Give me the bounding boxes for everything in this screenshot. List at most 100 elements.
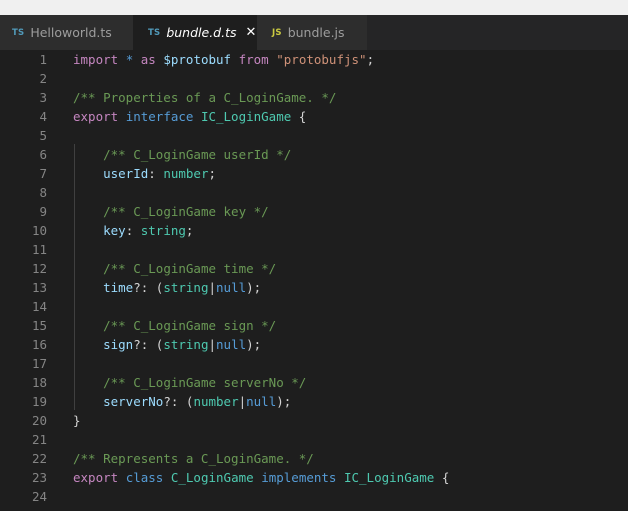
line-number: 16 xyxy=(31,337,47,352)
code-line[interactable]: 13 time?: (string|null); xyxy=(0,278,628,297)
code-line[interactable]: 2 xyxy=(0,69,628,88)
line-number: 4 xyxy=(39,109,47,124)
code-line[interactable]: 9 /** C_LoginGame key */ xyxy=(0,202,628,221)
line-number: 9 xyxy=(39,204,47,219)
code-line[interactable]: 22 /** Represents a C_LoginGame. */ xyxy=(0,449,628,468)
code-editor[interactable]: 1 import * as $protobuf from "protobufjs"… xyxy=(0,50,628,511)
code-line[interactable]: 18 /** C_LoginGame serverNo */ xyxy=(0,373,628,392)
code-token: /** C_LoginGame sign */ xyxy=(103,318,277,333)
code-line[interactable]: 12 /** C_LoginGame time */ xyxy=(0,259,628,278)
code-token: time xyxy=(103,280,134,295)
code-text: export class C_LoginGame implements IC_L… xyxy=(73,468,449,487)
tab-helloworld-ts[interactable]: TS Helloworld.ts xyxy=(0,15,133,50)
code-line[interactable]: 19 serverNo?: (number|null); xyxy=(0,392,628,411)
code-text: /** C_LoginGame time */ xyxy=(73,259,276,278)
window-top-strip xyxy=(0,0,628,15)
code-text: serverNo?: (number|null); xyxy=(73,392,291,411)
code-token: /** Properties of a C_LoginGame. */ xyxy=(73,90,337,105)
code-line[interactable]: 8 xyxy=(0,183,628,202)
code-token: { xyxy=(291,109,307,124)
code-line[interactable]: 5 xyxy=(0,126,628,145)
code-line[interactable]: 1 import * as $protobuf from "protobufjs"… xyxy=(0,50,628,69)
tab-label: bundle.d.ts xyxy=(166,25,237,40)
line-number: 21 xyxy=(31,432,47,447)
code-token: $protobuf xyxy=(163,52,232,67)
code-line[interactable]: 6 /** C_LoginGame userId */ xyxy=(0,145,628,164)
line-number: 8 xyxy=(39,185,47,200)
code-token: /** C_LoginGame time */ xyxy=(103,261,277,276)
line-number: 20 xyxy=(31,413,47,428)
code-line[interactable]: 14 xyxy=(0,297,628,316)
code-token: userId xyxy=(103,166,149,181)
code-text: /** Properties of a C_LoginGame. */ xyxy=(73,88,336,107)
code-token: null xyxy=(216,280,247,295)
code-token: ); xyxy=(246,280,262,295)
code-token: { xyxy=(434,470,450,485)
code-line[interactable]: 21 xyxy=(0,430,628,449)
code-token: null xyxy=(216,337,247,352)
code-token: } xyxy=(73,413,81,428)
javascript-file-icon: JS xyxy=(272,27,282,38)
code-token: implements xyxy=(261,470,337,485)
code-text: export interface IC_LoginGame { xyxy=(73,107,306,126)
code-line[interactable]: 20} xyxy=(0,411,628,430)
code-token: ; xyxy=(366,52,375,67)
code-token: string xyxy=(163,280,209,295)
tab-label: Helloworld.ts xyxy=(30,25,112,40)
code-line[interactable]: 15 /** C_LoginGame sign */ xyxy=(0,316,628,335)
code-token: class xyxy=(125,470,164,485)
code-token: ; xyxy=(208,166,217,181)
line-number: 7 xyxy=(39,166,47,181)
line-number: 10 xyxy=(31,223,47,238)
code-line[interactable]: /** xyxy=(0,506,628,511)
code-text: time?: (string|null); xyxy=(73,278,261,297)
line-number: 11 xyxy=(31,242,47,257)
code-token: | xyxy=(208,337,217,352)
line-number: 3 xyxy=(39,90,47,105)
code-text: /** C_LoginGame sign */ xyxy=(73,316,276,335)
code-token: serverNo xyxy=(103,394,164,409)
code-line[interactable]: 4 export interface IC_LoginGame { xyxy=(0,107,628,126)
code-text: key: string; xyxy=(73,221,193,240)
code-line[interactable]: 11 xyxy=(0,240,628,259)
code-token: sign xyxy=(103,337,134,352)
code-token: "protobufjs" xyxy=(276,52,367,67)
code-token: export xyxy=(73,109,119,124)
close-icon[interactable]: ✕ xyxy=(246,25,257,40)
line-number: 13 xyxy=(31,280,47,295)
code-token: ; xyxy=(185,223,194,238)
code-token: : xyxy=(148,166,164,181)
code-text: /** xyxy=(73,506,126,511)
code-token: /** C_LoginGame serverNo */ xyxy=(103,375,307,390)
code-line[interactable]: 17 xyxy=(0,354,628,373)
code-token: number xyxy=(163,166,209,181)
tab-bundle-js[interactable]: JS bundle.js xyxy=(257,15,367,50)
line-number: 23 xyxy=(31,470,47,485)
code-token: as xyxy=(140,52,156,67)
line-number: 18 xyxy=(31,375,47,390)
code-line[interactable]: 16 sign?: (string|null); xyxy=(0,335,628,354)
code-line[interactable]: 3 /** Properties of a C_LoginGame. */ xyxy=(0,88,628,107)
code-token: ?: ( xyxy=(133,280,164,295)
code-text: /** C_LoginGame key */ xyxy=(73,202,269,221)
code-token: string xyxy=(140,223,186,238)
code-line[interactable]: 24 xyxy=(0,487,628,506)
code-line[interactable]: 23 export class C_LoginGame implements IC… xyxy=(0,468,628,487)
code-token: interface xyxy=(125,109,194,124)
line-number: 2 xyxy=(39,71,47,86)
code-line[interactable]: 10 key: string; xyxy=(0,221,628,240)
line-number: 6 xyxy=(39,147,47,162)
code-line[interactable]: 7 userId: number; xyxy=(0,164,628,183)
code-token: ?: ( xyxy=(133,337,164,352)
tab-bundle-d-ts[interactable]: TS bundle.d.ts ✕ xyxy=(133,15,257,50)
